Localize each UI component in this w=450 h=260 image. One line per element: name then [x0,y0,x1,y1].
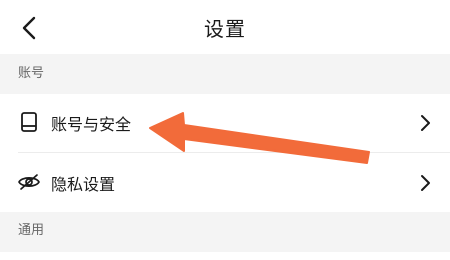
menu-item-label: 账号与安全 [51,115,132,134]
phone-icon [21,112,37,132]
eye-slash-icon [18,174,40,190]
chevron-right-icon [421,175,430,191]
menu-item-privacy-settings[interactable]: 隐私设置 [0,153,450,212]
menu-item-label: 隐私设置 [51,175,116,194]
menu-item-account-security[interactable]: 账号与安全 [0,94,450,152]
nav-bar: 设置 [0,0,450,54]
settings-screen: 设置 账号 账号与安全 隐私设置 通用 [0,0,450,260]
section-header-account: 账号 [0,54,450,94]
section-header-general: 通用 [0,212,450,252]
page-title: 设置 [204,17,246,41]
chevron-right-icon [421,115,430,131]
